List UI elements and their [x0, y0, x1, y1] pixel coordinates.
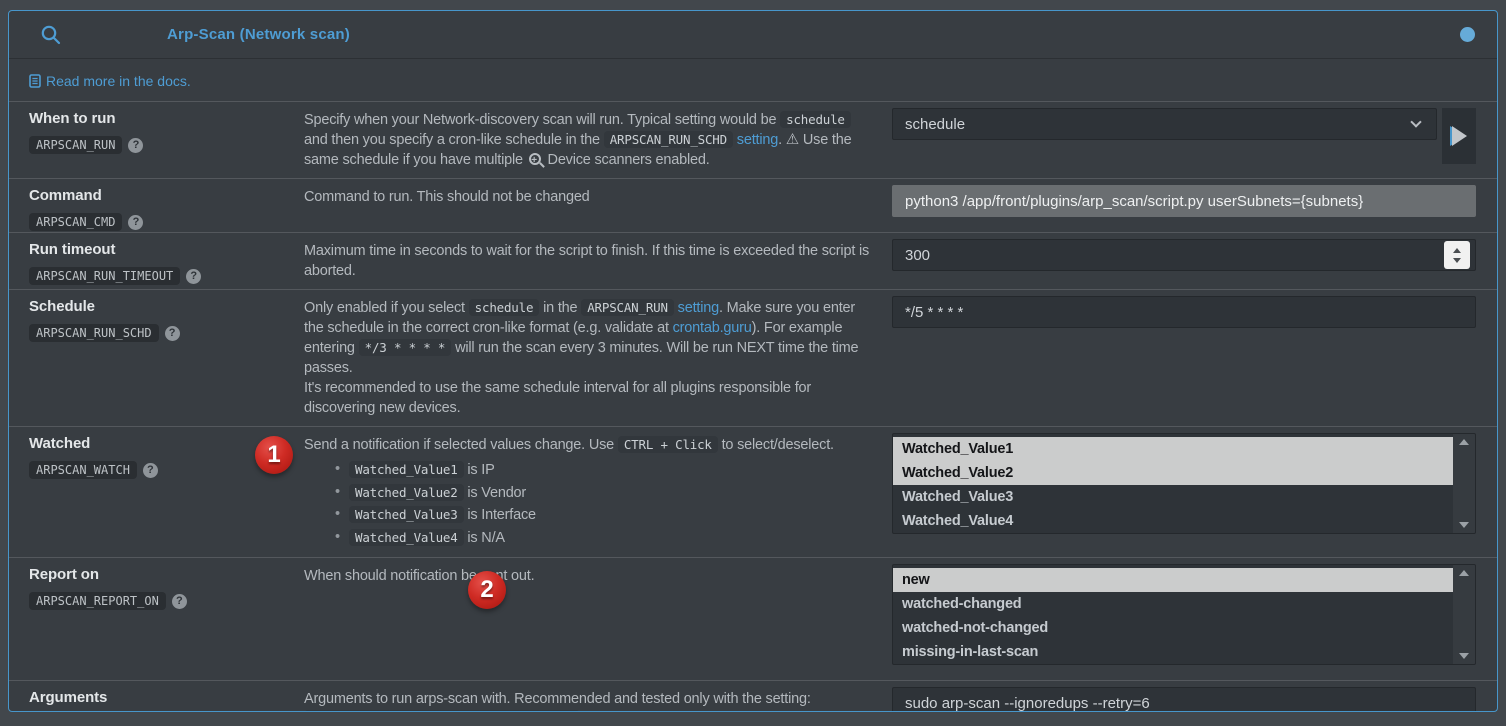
- setting-label: Schedule: [29, 298, 304, 315]
- setting-code: ARPSCAN_REPORT_ON: [29, 592, 166, 610]
- chevron-down-icon: [1410, 116, 1421, 127]
- option-watched-changed[interactable]: watched-changed: [893, 592, 1453, 616]
- bullet-item: Watched_Value3 is Interface: [349, 504, 876, 527]
- setting-code: ARPSCAN_WATCH: [29, 461, 137, 479]
- zoom-in-icon: [529, 153, 541, 165]
- scrollbar-down-icon[interactable]: [1459, 522, 1469, 528]
- setting-label: Command: [29, 187, 304, 204]
- inline-link[interactable]: setting: [737, 132, 778, 148]
- setting-code: ARPSCAN_CMD: [29, 213, 122, 231]
- setting-row-run-timeout: Run timeout ARPSCAN_RUN_TIMEOUT ? Maximu…: [9, 232, 1497, 289]
- spinner-down-icon[interactable]: [1453, 258, 1461, 263]
- multiselect-scrollbar[interactable]: [1453, 565, 1475, 664]
- option-watched-not-changed[interactable]: watched-not-changed: [893, 616, 1453, 640]
- spinner-up-icon[interactable]: [1453, 248, 1461, 253]
- schedule-input[interactable]: [892, 296, 1476, 328]
- scrollbar-up-icon[interactable]: [1459, 439, 1469, 445]
- run-plugin-button[interactable]: [1442, 108, 1476, 164]
- setting-description: Command to run. This should not be chang…: [304, 179, 892, 232]
- inline-link[interactable]: setting: [678, 300, 719, 316]
- annotation-badge-1: 1: [255, 436, 293, 474]
- scrollbar-down-icon[interactable]: [1459, 653, 1469, 659]
- value-bullet-list: Watched_Value1 is IPWatched_Value2 is Ve…: [304, 459, 876, 549]
- setting-description: Arguments to run arps-scan with. Recomme…: [304, 681, 892, 712]
- docs-link[interactable]: Read more in the docs.: [46, 73, 191, 89]
- setting-row-command: Command ARPSCAN_CMD ? Command to run. Th…: [9, 178, 1497, 232]
- setting-code: ARPSCAN_RUN_SCHD: [29, 324, 159, 342]
- option-new[interactable]: new: [893, 568, 1453, 592]
- annotation-badge-2: 2: [468, 571, 506, 609]
- setting-row-report-on: Report on ARPSCAN_REPORT_ON ? When shoul…: [9, 557, 1497, 680]
- setting-code: ARPSCAN_RUN: [29, 136, 122, 154]
- help-icon[interactable]: ?: [143, 463, 158, 478]
- watched-multiselect[interactable]: Watched_Value1Watched_Value2Watched_Valu…: [892, 433, 1476, 534]
- report-on-multiselect[interactable]: newwatched-changedwatched-not-changedmis…: [892, 564, 1476, 665]
- when-to-run-select[interactable]: schedule: [892, 108, 1437, 140]
- help-icon[interactable]: ?: [165, 326, 180, 341]
- option-missing-in-last-scan[interactable]: missing-in-last-scan: [893, 640, 1453, 664]
- inline-code: Watched_Value3: [349, 506, 464, 523]
- bullet-item: Watched_Value4 is N/A: [349, 527, 876, 550]
- setting-label: Run timeout: [29, 241, 304, 258]
- plugin-settings-page: Arp-Scan (Network scan) Read more in the…: [0, 0, 1506, 726]
- play-icon: [1452, 126, 1467, 146]
- setting-description: Specify when your Network-discovery scan…: [304, 102, 892, 178]
- help-icon[interactable]: ?: [186, 269, 201, 284]
- setting-description: Only enabled if you select schedule in t…: [304, 290, 892, 426]
- scrollbar-up-icon[interactable]: [1459, 570, 1469, 576]
- setting-label: Arguments: [29, 689, 304, 706]
- inline-code: ARPSCAN_RUN_SCHD: [604, 131, 733, 148]
- warning-icon: ⚠: [786, 131, 799, 148]
- page-title: Arp-Scan (Network scan): [167, 26, 350, 43]
- setting-label: Report on: [29, 566, 304, 583]
- docs-icon: [29, 74, 41, 88]
- setting-row-watched: Watched ARPSCAN_WATCH ? Send a notificat…: [9, 426, 1497, 557]
- inline-code: Watched_Value2: [349, 484, 464, 501]
- bullet-item: Watched_Value2 is Vendor: [349, 482, 876, 505]
- inline-link[interactable]: crontab.guru: [673, 320, 752, 336]
- inline-code: */3 * * * *: [359, 339, 452, 356]
- number-spinner[interactable]: [1444, 241, 1470, 269]
- setting-row-schedule: Schedule ARPSCAN_RUN_SCHD ? Only enabled…: [9, 289, 1497, 426]
- multiselect-scrollbar[interactable]: [1453, 434, 1475, 533]
- help-icon[interactable]: ?: [128, 215, 143, 230]
- command-input: [892, 185, 1476, 217]
- status-dot: [1460, 27, 1475, 42]
- setting-label: When to run: [29, 110, 304, 127]
- inline-code: Watched_Value1: [349, 461, 464, 478]
- arguments-input[interactable]: [892, 687, 1476, 712]
- setting-code: ARPSCAN_RUN_TIMEOUT: [29, 267, 180, 285]
- setting-description: When should notification be sent out.: [304, 558, 892, 680]
- inline-code: ARPSCAN_RUN: [581, 299, 674, 316]
- option-Watched_Value1[interactable]: Watched_Value1: [893, 437, 1453, 461]
- option-Watched_Value3[interactable]: Watched_Value3: [893, 485, 1453, 509]
- inline-code: schedule: [469, 299, 540, 316]
- inline-code: schedule: [780, 111, 851, 128]
- option-Watched_Value2[interactable]: Watched_Value2: [893, 461, 1453, 485]
- inline-code: Watched_Value4: [349, 529, 464, 546]
- select-value: schedule: [905, 116, 965, 133]
- inline-code: sudo arp-scan --ignoredups --retry=6: [304, 710, 580, 712]
- run-timeout-input[interactable]: [892, 239, 1476, 271]
- card-header: Arp-Scan (Network scan): [9, 11, 1497, 59]
- help-icon[interactable]: ?: [172, 594, 187, 609]
- bullet-item: Watched_Value1 is IP: [349, 459, 876, 482]
- search-icon[interactable]: [39, 23, 63, 47]
- inline-code: CTRL + Click: [618, 436, 718, 453]
- setting-row-when-to-run: When to run ARPSCAN_RUN ? Specify when y…: [9, 101, 1497, 178]
- setting-description: Maximum time in seconds to wait for the …: [304, 233, 892, 289]
- arp-scan-settings-card: Arp-Scan (Network scan) Read more in the…: [8, 10, 1498, 712]
- option-Watched_Value4[interactable]: Watched_Value4: [893, 509, 1453, 533]
- help-icon[interactable]: ?: [128, 138, 143, 153]
- setting-row-arguments: Arguments ARPSCAN_ARGS ? Arguments to ru…: [9, 680, 1497, 712]
- docs-row: Read more in the docs.: [9, 59, 1497, 101]
- setting-description: Send a notification if selected values c…: [304, 427, 892, 557]
